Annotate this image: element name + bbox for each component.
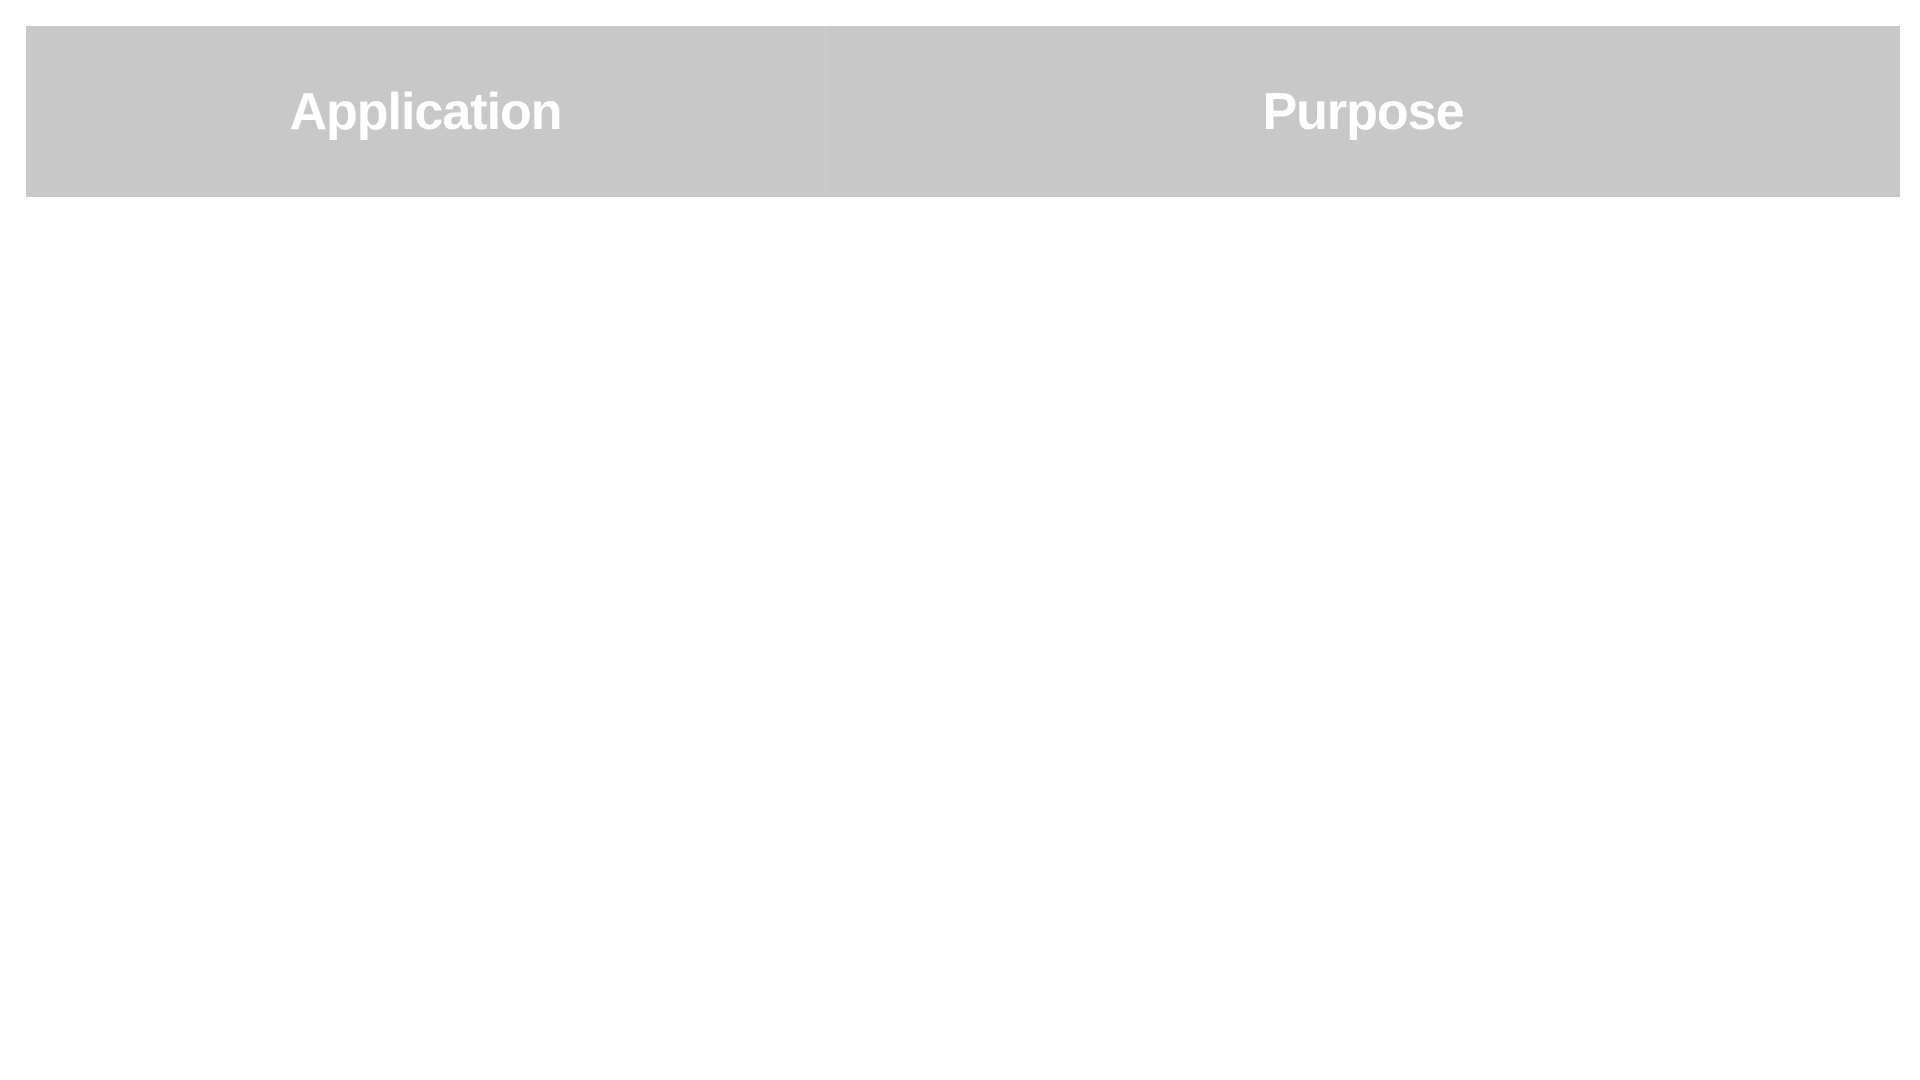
table-header-row: Application Purpose	[26, 26, 1900, 197]
column-header-application: Application	[26, 26, 826, 197]
applications-table: Application Purpose	[26, 26, 1900, 197]
column-header-purpose: Purpose	[1262, 82, 1464, 141]
